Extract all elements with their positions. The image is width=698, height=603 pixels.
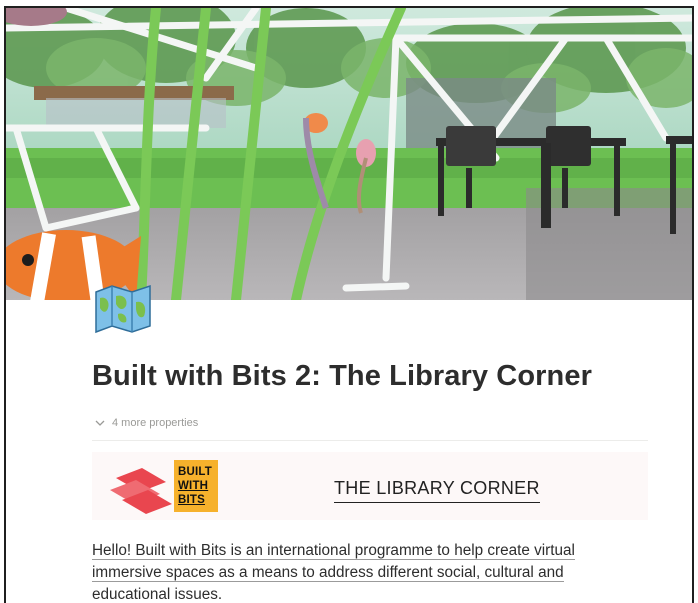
intro-paragraph[interactable]: Hello! Built with Bits is an internation…: [92, 540, 632, 603]
world-map-icon[interactable]: [92, 278, 154, 336]
built-with-bits-badge: BUILT WITH BITS: [174, 460, 218, 512]
badge-line-3: BITS: [178, 494, 205, 506]
badge-line-1: BUILT: [178, 466, 213, 478]
cover-image[interactable]: [6, 8, 692, 300]
chevron-down-icon: [95, 420, 105, 426]
more-properties-label: 4 more properties: [112, 417, 199, 429]
intro-link[interactable]: Hello! Built with Bits is an internation…: [92, 542, 575, 603]
library-corner-banner[interactable]: BUILT WITH BITS THE LIBRARY CORNER: [92, 452, 648, 520]
cover-scene-illustration: [6, 8, 692, 300]
page-frame: Built with Bits 2: The Library Corner 4 …: [4, 6, 694, 603]
properties-divider: [92, 440, 648, 441]
more-properties-toggle[interactable]: 4 more properties: [94, 414, 198, 432]
banner-title: THE LIBRARY CORNER: [334, 478, 540, 503]
page-title[interactable]: Built with Bits 2: The Library Corner: [92, 360, 592, 393]
badge-line-2: WITH: [178, 480, 209, 492]
